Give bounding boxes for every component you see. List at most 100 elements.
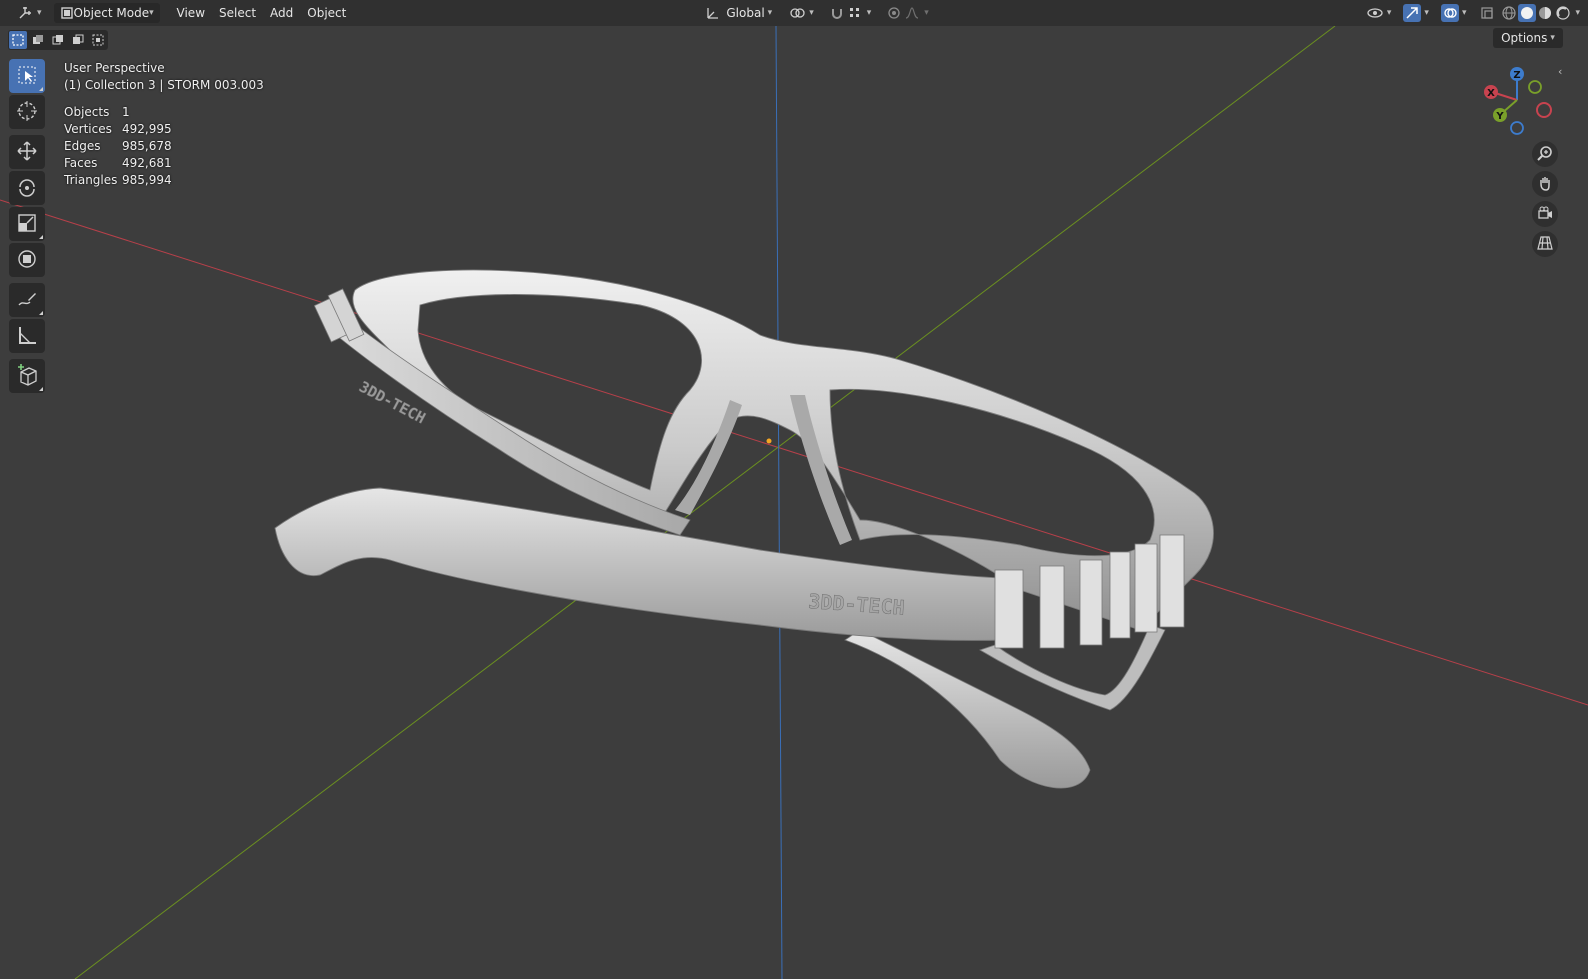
chevron-down-icon: ▾ — [1386, 8, 1392, 18]
gizmo-toggle[interactable]: ▾ — [1397, 3, 1435, 23]
gizmo-z-label: Z — [1513, 70, 1520, 81]
select-new-icon[interactable] — [9, 31, 27, 49]
stat-label: Objects — [64, 105, 110, 119]
select-extend-icon[interactable] — [29, 31, 47, 49]
select-box-icon — [17, 65, 37, 88]
proportional-editing-toggle[interactable]: ▾ — [879, 3, 935, 23]
scale-tool[interactable] — [9, 207, 45, 241]
selection-mode-buttons — [8, 30, 108, 50]
stat-label: Triangles — [64, 173, 118, 187]
transform-tool[interactable] — [9, 243, 45, 277]
chevron-down-icon: ▾ — [809, 8, 814, 18]
orientation-icon — [704, 4, 722, 22]
move-icon — [16, 140, 38, 165]
editor-type-button[interactable]: ▾ — [10, 3, 48, 23]
rotate-tool[interactable] — [9, 171, 45, 205]
snap-grid-icon — [846, 4, 864, 22]
transform-orientation-label: Global — [726, 6, 765, 20]
zoom-button[interactable] — [1532, 141, 1558, 167]
material-shading-icon[interactable] — [1536, 4, 1554, 22]
stat-value: 492,995 — [122, 122, 172, 136]
rendered-shading-icon[interactable] — [1554, 4, 1572, 22]
viewport-info-overlay: User Perspective (1) Collection 3 | STOR… — [64, 60, 264, 189]
cursor-icon — [16, 100, 38, 125]
scene-statistics: Objects 1 Vertices 492,995 Edges 985,678… — [64, 104, 264, 189]
select-invert-icon[interactable] — [69, 31, 87, 49]
axes-editor-icon — [16, 4, 34, 22]
tool-shelf — [9, 59, 47, 395]
options-label: Options — [1501, 31, 1548, 45]
stat-value: 985,678 — [122, 139, 172, 153]
object-mode-icon — [60, 4, 74, 22]
chevron-down-icon: ▾ — [924, 8, 929, 18]
gizmo-x-negative[interactable] — [1536, 102, 1552, 118]
gizmo-icon — [1403, 4, 1422, 22]
select-subtract-icon[interactable] — [49, 31, 67, 49]
annotate-tool[interactable] — [9, 283, 45, 317]
magnet-icon — [828, 4, 846, 22]
camera-icon — [1537, 205, 1553, 224]
chevron-down-icon: ▾ — [149, 8, 154, 18]
move-tool[interactable] — [9, 135, 45, 169]
menu-view[interactable]: View — [170, 6, 212, 20]
camera-view-button[interactable] — [1532, 201, 1558, 227]
scale-icon — [16, 212, 38, 237]
stat-value: 1 — [122, 105, 130, 119]
chevron-down-icon[interactable]: ▾ — [1575, 8, 1580, 18]
add-cube-icon — [15, 363, 39, 390]
stat-value: 985,994 — [122, 173, 172, 187]
navigation-gizmo[interactable]: Z X Y — [1480, 64, 1560, 144]
hand-icon — [1537, 175, 1553, 194]
overlays-icon — [1440, 4, 1459, 22]
mode-dropdown[interactable]: Object Mode ▾ — [53, 3, 160, 23]
transform-orientation-dropdown[interactable]: Global ▾ — [698, 3, 778, 23]
stat-label: Faces — [64, 156, 98, 170]
view-name: User Perspective — [64, 61, 165, 75]
chevron-down-icon: ▾ — [866, 8, 872, 18]
pan-button[interactable] — [1532, 171, 1558, 197]
gizmo-y-negative[interactable] — [1528, 80, 1542, 94]
measure-icon — [16, 324, 38, 349]
gizmo-y-label: Y — [1495, 111, 1504, 122]
gizmo-x-label: X — [1487, 88, 1495, 99]
gizmo-z-negative[interactable] — [1510, 121, 1524, 135]
object-origin — [766, 438, 772, 444]
menu-add[interactable]: Add — [263, 6, 300, 20]
stat-value: 492,681 — [122, 156, 172, 170]
select-intersect-icon[interactable] — [89, 31, 107, 49]
zoom-icon — [1537, 145, 1553, 164]
menu-select[interactable]: Select — [212, 6, 263, 20]
viewport-header: ▾ Object Mode ▾ View Select Add Object G… — [0, 0, 1588, 26]
visibility-dropdown[interactable]: ▾ — [1360, 3, 1398, 23]
chevron-down-icon: ▾ — [1461, 8, 1467, 18]
select-box-tool[interactable] — [9, 59, 45, 93]
wireframe-shading-icon[interactable] — [1500, 4, 1518, 22]
pivot-point-dropdown[interactable]: ▾ — [782, 3, 820, 23]
menu-object[interactable]: Object — [300, 6, 353, 20]
grid-perspective-icon — [1537, 235, 1553, 254]
xray-toggle-icon[interactable] — [1478, 4, 1496, 22]
cursor-tool[interactable] — [9, 95, 45, 129]
falloff-curve-icon — [903, 4, 921, 22]
mode-label: Object Mode — [73, 6, 150, 20]
collection-info: (1) Collection 3 | STORM 003.003 — [64, 78, 264, 92]
chevron-down-icon: ▾ — [1550, 33, 1555, 43]
transform-icon — [16, 248, 38, 273]
z-axis-line — [775, 25, 783, 979]
3d-viewport[interactable]: 3DD-TECH 3DD-TECH ▾ Object Mode ▾ View S… — [0, 0, 1588, 979]
add-cube-tool[interactable] — [9, 359, 45, 393]
chevron-down-icon: ▾ — [1424, 8, 1429, 18]
solid-shading-icon[interactable] — [1518, 4, 1537, 22]
proportional-edit-icon — [885, 4, 903, 22]
perspective-toggle-button[interactable] — [1532, 231, 1558, 257]
y-axis-line — [74, 25, 1336, 979]
glasses-model[interactable]: 3DD-TECH 3DD-TECH — [274, 269, 1214, 789]
stat-label: Edges — [64, 139, 101, 153]
options-dropdown[interactable]: Options ▾ — [1493, 28, 1563, 48]
annotate-icon — [16, 288, 38, 313]
navigation-buttons — [1532, 141, 1558, 261]
overlays-toggle[interactable]: ▾ — [1435, 3, 1473, 23]
snap-toggle[interactable]: ▾ — [822, 3, 878, 23]
measure-tool[interactable] — [9, 319, 45, 353]
chevron-down-icon: ▾ — [37, 8, 42, 18]
